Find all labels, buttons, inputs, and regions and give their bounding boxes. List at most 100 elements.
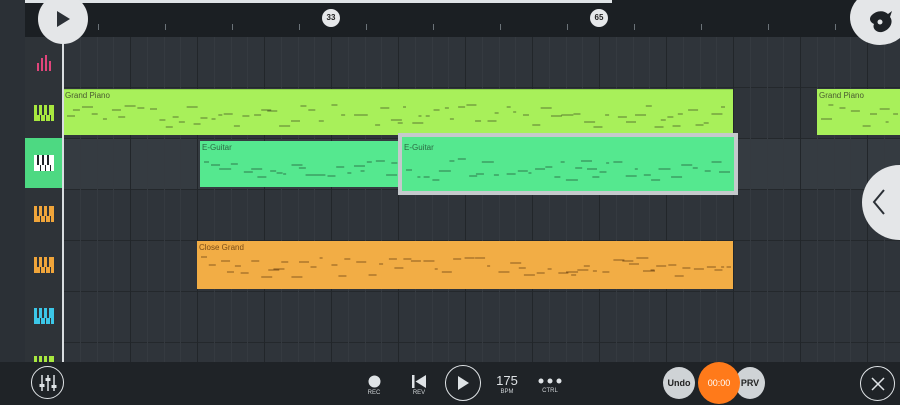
playhead[interactable] (62, 30, 64, 362)
track-button-close-grand-1[interactable] (25, 189, 63, 239)
fruit-logo-icon (870, 11, 892, 33)
track-button-7[interactable] (25, 342, 63, 362)
bar-marker-65[interactable]: 65 (590, 9, 608, 27)
beat-divider (767, 37, 768, 362)
beat-divider (247, 37, 248, 362)
beat-divider (147, 37, 148, 362)
beat-divider (716, 37, 717, 362)
ruler-tick (366, 24, 367, 30)
ruler-tick (500, 24, 501, 30)
track-button-close-grand-2[interactable] (25, 240, 63, 290)
beat-divider (214, 37, 215, 362)
piano-keys-icon (34, 105, 54, 121)
beat-divider (733, 37, 734, 362)
beat-divider (448, 37, 449, 362)
ruler-tick (768, 24, 769, 30)
beat-divider (582, 37, 583, 362)
track-button-drums[interactable] (25, 38, 63, 88)
tempo-label: BPM (500, 389, 514, 395)
more-dots-icon (538, 378, 562, 384)
pattern-grand-piano-1[interactable]: Grand Piano (63, 89, 733, 135)
drum-bars-icon (37, 55, 51, 71)
beat-divider (817, 37, 818, 362)
playlist-grid[interactable]: Grand Piano Grand Piano E-Guitar E-Guita… (63, 37, 900, 362)
ruler-tick (299, 24, 300, 30)
beat-divider (264, 37, 265, 362)
play-icon (57, 11, 70, 27)
ruler-tick (567, 24, 568, 30)
rewind-label: REV (412, 390, 426, 396)
beat-divider (683, 37, 684, 362)
beat-divider (666, 37, 667, 362)
track-button-e-guitar[interactable] (25, 138, 63, 188)
pattern-e-guitar-2[interactable]: E-Guitar (398, 133, 738, 195)
beat-divider (432, 37, 433, 362)
control-label: CTRL (542, 388, 558, 394)
ruler-tick (98, 24, 99, 30)
ruler-tick (232, 24, 233, 30)
beat-divider (549, 37, 550, 362)
song-time-display[interactable]: 00:00 (698, 362, 740, 404)
beat-divider (164, 37, 165, 362)
ruler-tick (634, 24, 635, 30)
beat-divider (850, 37, 851, 362)
pattern-e-guitar-1[interactable]: E-Guitar (200, 141, 400, 187)
beat-divider (97, 37, 98, 362)
beat-divider (80, 37, 81, 362)
note-preview (406, 158, 731, 181)
record-icon (368, 375, 380, 388)
record-label: REC (367, 390, 381, 396)
beat-divider (180, 37, 181, 362)
beat-divider (700, 37, 701, 362)
mixer-sliders-icon (39, 374, 56, 391)
beat-divider (415, 37, 416, 362)
beat-divider (800, 37, 801, 362)
note-preview (63, 89, 733, 128)
beat-divider (599, 37, 600, 362)
beat-divider (381, 37, 382, 362)
song-editor: 33 65 Grand Piano Grand Piano E-Guitar E… (0, 0, 900, 405)
pattern-close-grand[interactable]: Close Grand (197, 241, 733, 289)
beat-divider (231, 37, 232, 362)
close-icon (870, 376, 885, 391)
beat-divider (633, 37, 634, 362)
beat-divider (130, 37, 131, 362)
close-button[interactable] (860, 366, 895, 401)
beat-divider (649, 37, 650, 362)
track-list (25, 37, 63, 362)
beat-divider (499, 37, 500, 362)
rewind-button[interactable]: REV (408, 375, 430, 396)
chevron-left-icon (872, 189, 885, 215)
pattern-label: Grand Piano (65, 91, 110, 100)
beat-divider (113, 37, 114, 362)
beat-divider (616, 37, 617, 362)
track-button-6[interactable] (25, 291, 63, 341)
timeline-ruler[interactable]: 33 65 (25, 0, 900, 37)
piano-keys-icon (34, 206, 54, 222)
transport-play-button[interactable] (445, 365, 481, 401)
ruler-tick (835, 24, 836, 30)
beat-divider (465, 37, 466, 362)
beat-divider (331, 37, 332, 362)
note-preview (201, 256, 731, 278)
beat-divider (482, 37, 483, 362)
record-button[interactable]: REC (363, 375, 385, 396)
pattern-grand-piano-2[interactable]: Grand Piano (817, 89, 900, 135)
play-icon (458, 376, 469, 390)
track-button-grand-piano[interactable] (25, 88, 63, 138)
control-menu-button[interactable]: CTRL (536, 376, 564, 394)
bar-marker-33[interactable]: 33 (322, 9, 340, 27)
beat-divider (197, 37, 198, 362)
beat-divider (298, 37, 299, 362)
beat-divider (750, 37, 751, 362)
beat-divider (348, 37, 349, 362)
undo-button[interactable]: Undo (663, 367, 695, 399)
beat-divider (834, 37, 835, 362)
pattern-label: Close Grand (199, 243, 244, 252)
piano-keys-icon (34, 257, 54, 273)
ruler-tick (433, 24, 434, 30)
tempo-control[interactable]: 175 BPM (492, 374, 522, 395)
mixer-button[interactable] (31, 366, 64, 399)
tempo-value: 175 (496, 373, 518, 388)
transport-bar: REC REV 175 BPM CTRL Undo PRV 00:00 (0, 362, 900, 405)
